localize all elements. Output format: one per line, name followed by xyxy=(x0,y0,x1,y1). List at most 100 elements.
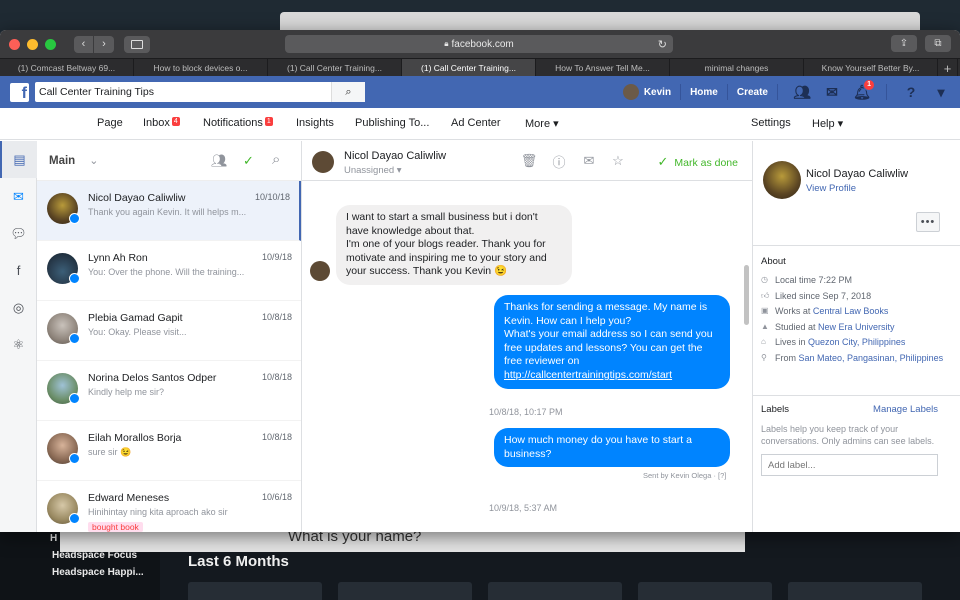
conversation-snippet: Hinihintay ning kita aproach ako sir xyxy=(88,507,228,517)
conversation-item[interactable]: Edward Meneses 10/6/18 Hinihintay ning k… xyxy=(37,481,301,532)
create-link[interactable]: Create xyxy=(737,87,768,98)
conversation-item[interactable]: Plebia Gamad Gapit 10/8/18 You: Okay. Pl… xyxy=(37,301,301,361)
thread-header: Nicol Dayao Caliwliw Unassigned ▾ 🗑︎ ⓘ ✉… xyxy=(302,141,752,181)
nav-help[interactable]: Help ▾ xyxy=(812,117,843,130)
browser-tab[interactable]: How to block devices o... xyxy=(134,59,268,77)
friend-requests-icon[interactable]: 👥︎ xyxy=(793,83,811,101)
conversation-snippet: Thank you again Kevin. It will helps m..… xyxy=(88,207,247,217)
home-link[interactable]: Home xyxy=(690,87,718,98)
automated-responses-icon[interactable]: ⚛ xyxy=(0,326,37,363)
search-icon[interactable]: ⌕ xyxy=(272,151,280,168)
lives-in-link[interactable]: Quezon City, Philippines xyxy=(808,337,905,347)
nav-inbox-label: Inbox xyxy=(143,117,170,129)
conversation-name: Lynn Ah Ron xyxy=(88,252,148,264)
conversation-item[interactable]: Eilah Morallos Borja 10/8/18 sure sir 😉 xyxy=(37,421,301,481)
notifications-icon[interactable]: 🔔︎ 1 xyxy=(853,79,875,101)
messenger-icon[interactable]: ✉ xyxy=(823,83,841,101)
nav-publishing-tools[interactable]: Publishing To... xyxy=(355,117,429,129)
lock-icon: 🔒︎ xyxy=(444,39,449,48)
assign-icon[interactable]: 👥︎ xyxy=(211,153,228,169)
trash-icon[interactable]: 🗑︎ xyxy=(520,152,538,170)
assignment-dropdown[interactable]: Unassigned ▾ xyxy=(344,165,402,176)
works-at-link[interactable]: Central Law Books xyxy=(813,306,889,316)
divider xyxy=(726,84,728,100)
instagram-icon[interactable]: ◎ xyxy=(0,289,37,326)
mark-as-done-button[interactable]: ✓ Mark as done xyxy=(657,154,738,170)
info-row: 👍︎ Liked since Sep 7, 2018 xyxy=(761,291,952,302)
browser-tab[interactable]: minimal changes xyxy=(670,59,804,77)
from-link[interactable]: San Mateo, Pangasinan, Philippines xyxy=(799,353,944,363)
facebook-search-input[interactable]: Call Center Training Tips ⌕ xyxy=(35,82,365,102)
info-row: ◷ Local time 7:22 PM xyxy=(761,275,952,286)
close-window-button[interactable] xyxy=(9,38,20,50)
account-menu-icon[interactable]: ▾ xyxy=(932,83,950,101)
inbox: ▤ ✉ 💬︎ f ◎ ⚛ Main ⌄ 👥︎ ✓ ⌕ Nicol Dayao C… xyxy=(0,141,960,532)
ellipsis-icon: ••• xyxy=(920,216,936,228)
messenger-badge-icon xyxy=(69,213,80,224)
conversation-item[interactable]: Lynn Ah Ron 10/9/18 You: Over the phone.… xyxy=(37,241,301,301)
reload-icon[interactable]: ↻ xyxy=(658,38,667,51)
nav-page[interactable]: Page xyxy=(97,117,123,129)
nav-notifications[interactable]: Notifications 1 xyxy=(203,117,273,129)
facebook-rail-icon[interactable]: f xyxy=(0,252,37,289)
from-prefix: From xyxy=(775,352,799,363)
comments-icon[interactable]: 💬︎ xyxy=(0,215,37,252)
tab-bar: (1) Comcast Beltway 69... How to block d… xyxy=(0,58,960,77)
view-profile-link[interactable]: View Profile xyxy=(806,183,856,194)
contact-info-panel: Nicol Dayao Caliwliw View Profile ••• Ab… xyxy=(753,141,960,532)
new-tab-button[interactable]: + xyxy=(938,59,958,77)
share-button[interactable]: ⇪ xyxy=(891,35,917,52)
star-icon[interactable]: ☆ xyxy=(609,152,627,170)
facebook-logo-icon[interactable]: f xyxy=(10,82,29,102)
add-label-input[interactable] xyxy=(761,454,938,476)
info-row: ▲ Studied at New Era University xyxy=(761,322,952,333)
messenger-rail-icon[interactable]: ✉ xyxy=(0,178,37,215)
folder-title[interactable]: Main xyxy=(49,155,75,167)
chevron-down-icon[interactable]: ⌄ xyxy=(89,154,98,167)
conversation-item[interactable]: Nicol Dayao Caliwliw 10/10/18 Thank you … xyxy=(37,181,301,241)
minimize-window-button[interactable] xyxy=(27,38,38,50)
all-messages-icon[interactable]: ▤ xyxy=(0,141,37,178)
incoming-message: I want to start a small business but i d… xyxy=(336,205,572,285)
address-bar[interactable]: 🔒︎ facebook.com ↻ xyxy=(285,35,673,53)
messenger-badge-icon xyxy=(69,393,80,404)
messenger-badge-icon xyxy=(69,453,80,464)
sidebar-toggle-button[interactable] xyxy=(124,35,150,53)
message-link[interactable]: http://callcentertrainingtips.com/start xyxy=(504,369,672,381)
spam-icon[interactable]: ⓘ xyxy=(550,152,568,170)
browser-tab-active[interactable]: (1) Call Center Training... xyxy=(402,59,536,77)
profile-link[interactable]: Kevin xyxy=(644,87,671,98)
nav-ad-center[interactable]: Ad Center xyxy=(451,117,501,129)
zoom-window-button[interactable] xyxy=(45,38,56,50)
playlist-item[interactable]: Headspace Happi... xyxy=(0,564,160,581)
mark-done-filter-icon[interactable]: ✓ xyxy=(243,153,254,169)
studied-at-link[interactable]: New Era University xyxy=(818,322,895,332)
back-button[interactable]: ‹ xyxy=(74,35,94,53)
manage-labels-link[interactable]: Manage Labels xyxy=(873,404,938,415)
browser-tab[interactable]: (1) Comcast Beltway 69... xyxy=(0,59,134,77)
search-button[interactable]: ⌕ xyxy=(331,82,365,102)
browser-tab[interactable]: (1) Call Center Training... xyxy=(268,59,402,77)
conversation-item[interactable]: Norina Delos Santos Odper 10/8/18 Kindly… xyxy=(37,361,301,421)
mark-unread-icon[interactable]: ✉ xyxy=(580,152,598,170)
user-avatar[interactable] xyxy=(622,84,639,100)
help-icon[interactable]: ? xyxy=(902,83,920,101)
message-timestamp: 10/8/18, 10:17 PM xyxy=(489,407,563,417)
browser-tab[interactable]: Know Yourself Better By... xyxy=(804,59,938,77)
notifications-nav-badge: 1 xyxy=(264,117,273,126)
nav-insights[interactable]: Insights xyxy=(296,117,334,129)
thread-contact-name: Nicol Dayao Caliwliw xyxy=(344,150,447,162)
outgoing-message: Thanks for sending a message. My name is… xyxy=(494,295,730,389)
contact-header: Nicol Dayao Caliwliw View Profile ••• xyxy=(753,141,960,246)
background-section-title: Last 6 Months xyxy=(188,553,289,570)
labels-section: Labels Manage Labels Labels help you kee… xyxy=(753,396,960,484)
nav-inbox[interactable]: Inbox 4 xyxy=(143,117,180,129)
message-text: Thanks for sending a message. My name is… xyxy=(504,301,713,368)
browser-tab[interactable]: How To Answer Tell Me... xyxy=(536,59,670,77)
tabs-overview-button[interactable]: ⧉ xyxy=(925,35,951,52)
nav-settings[interactable]: Settings xyxy=(751,117,791,129)
more-options-button[interactable]: ••• xyxy=(916,212,940,232)
nav-more[interactable]: More ▾ xyxy=(525,117,559,130)
forward-button[interactable]: › xyxy=(94,35,114,53)
thread-scrollbar[interactable] xyxy=(744,265,749,325)
